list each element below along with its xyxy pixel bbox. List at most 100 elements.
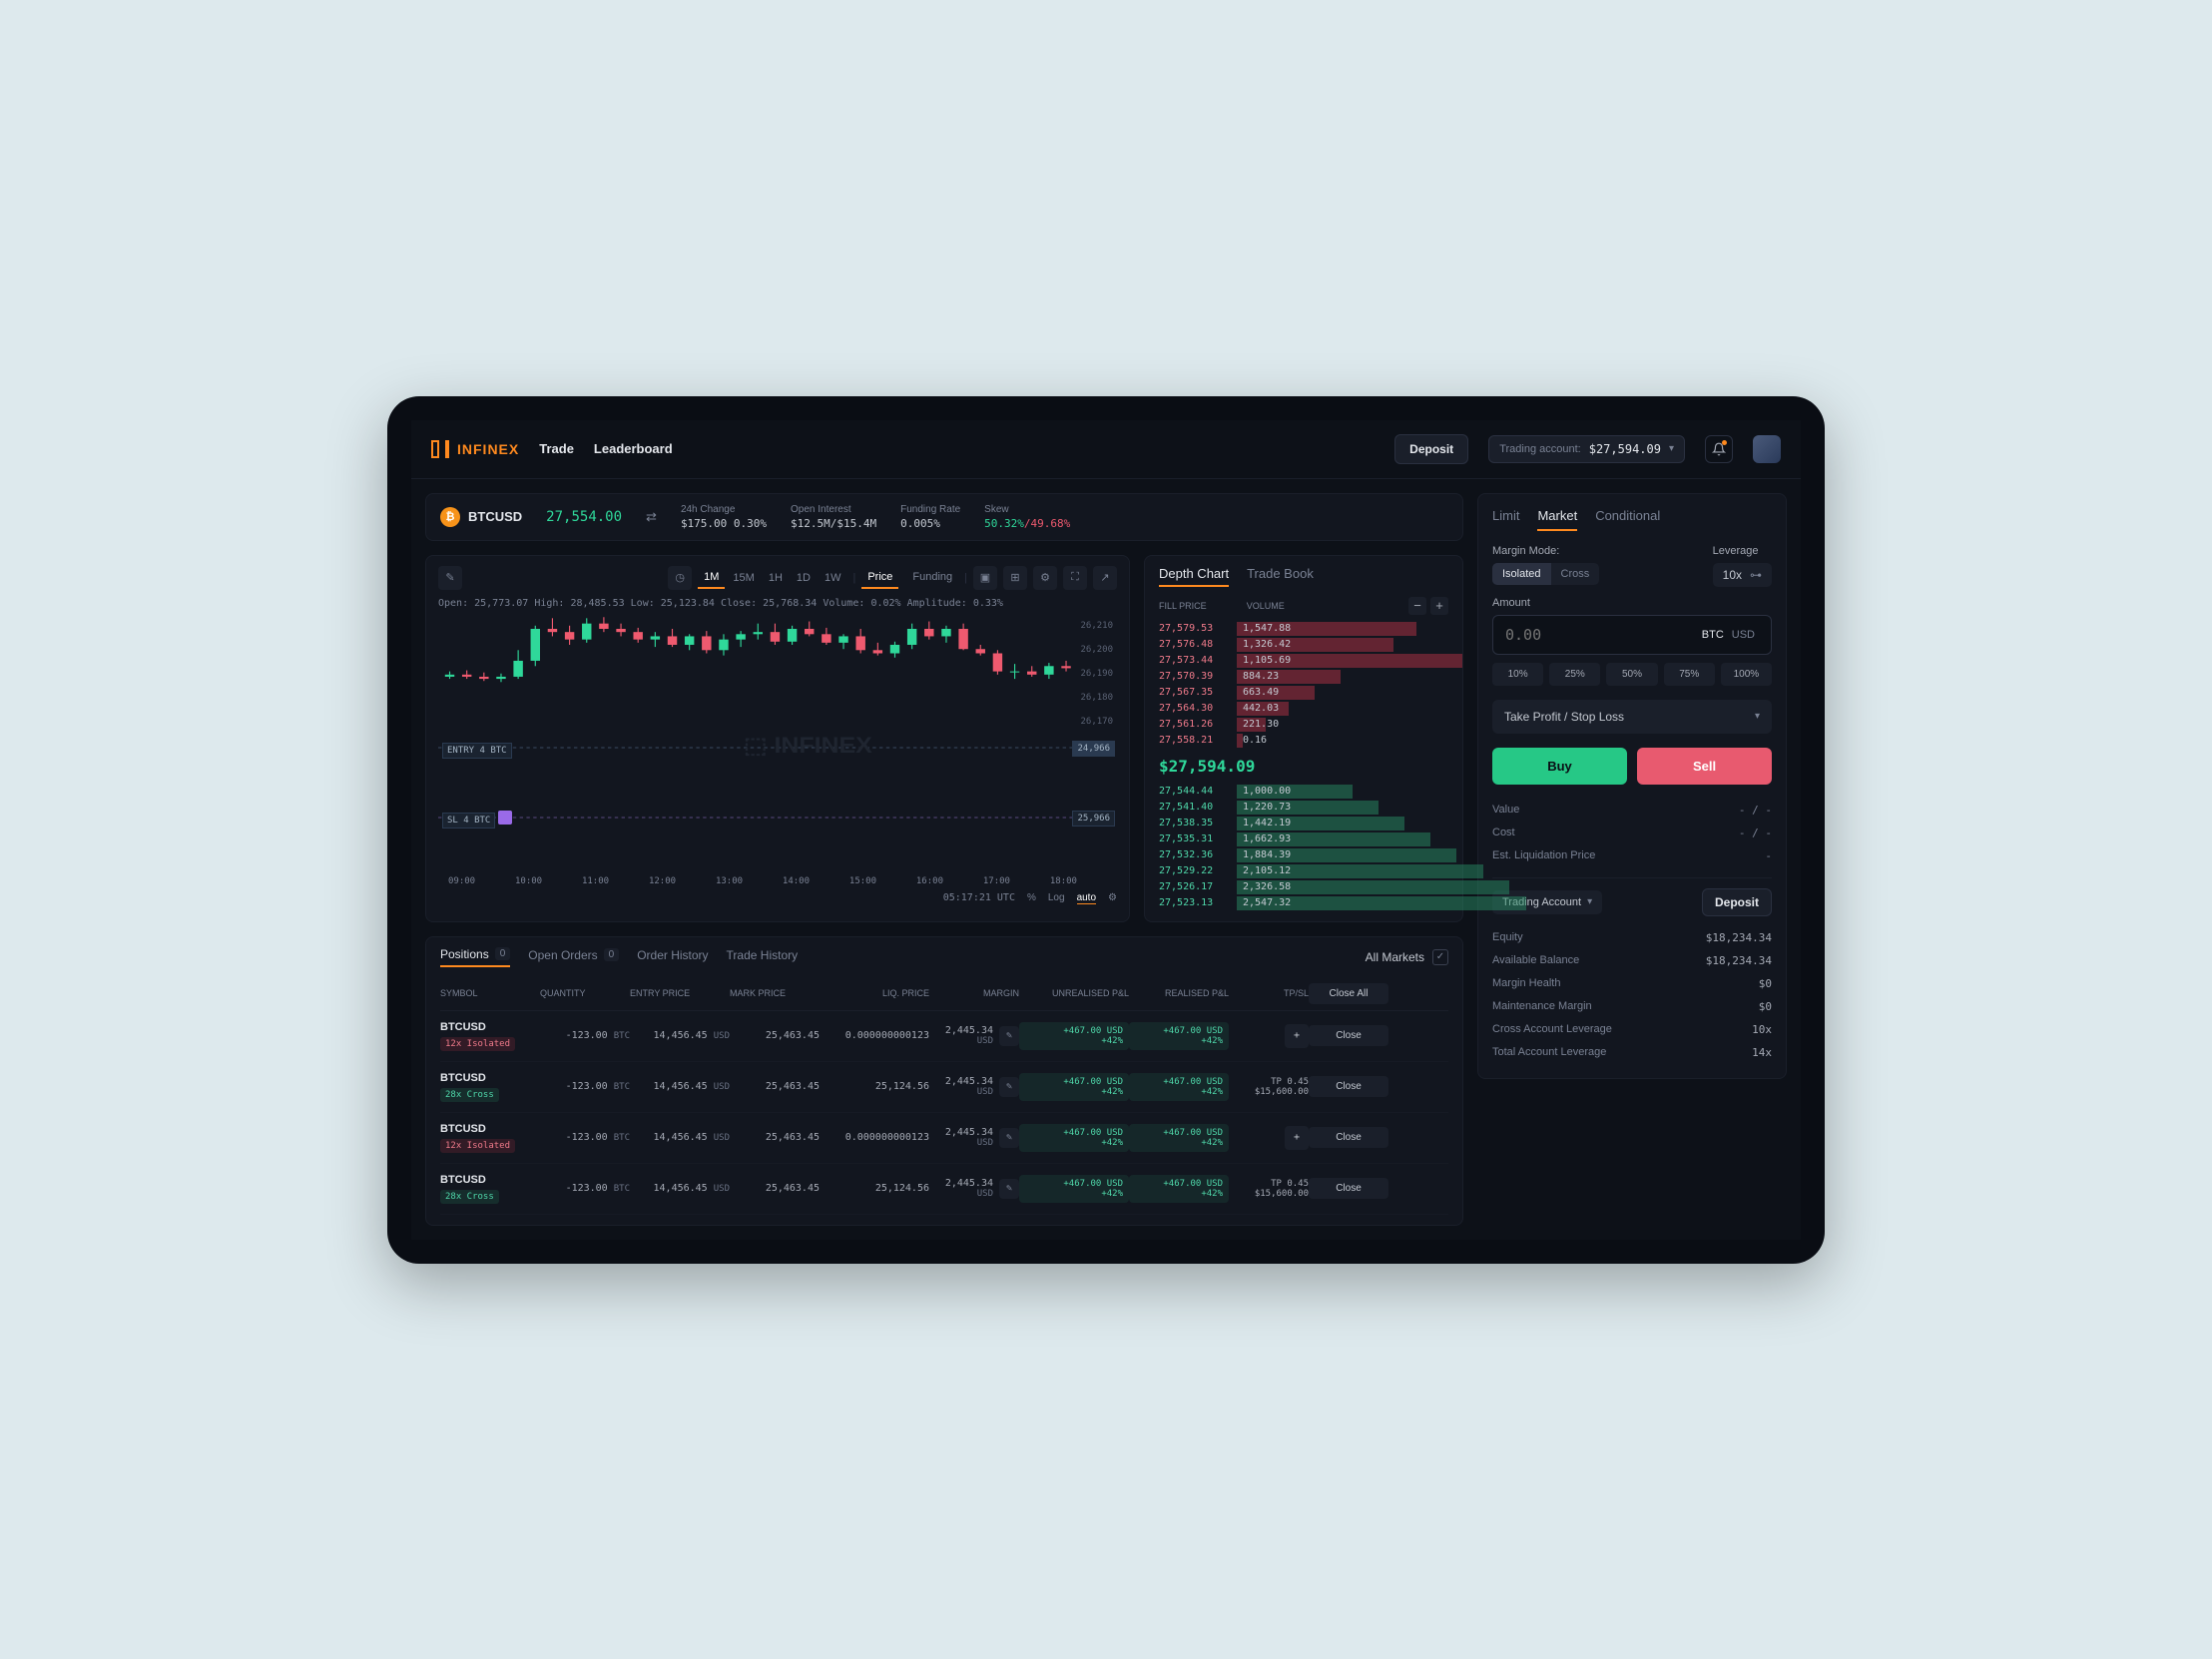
amount-percent-button[interactable]: 100%: [1721, 663, 1772, 686]
timeframe-15M[interactable]: 15M: [727, 568, 760, 588]
depth-row[interactable]: 27,541.401,220.73: [1159, 800, 1448, 816]
amount-percent-button[interactable]: 50%: [1606, 663, 1657, 686]
depth-row[interactable]: 27,576.481,326.42: [1159, 637, 1448, 653]
pos-col-header: ENTRY PRICE: [630, 988, 730, 998]
amount-percent-button[interactable]: 10%: [1492, 663, 1543, 686]
leverage-selector[interactable]: 10x ⊶: [1713, 563, 1772, 587]
depth-row[interactable]: 27,564.30442.03: [1159, 701, 1448, 717]
edit-margin-button[interactable]: ✎: [999, 1179, 1019, 1199]
depth-tab[interactable]: Trade Book: [1247, 566, 1314, 587]
amount-percent-button[interactable]: 25%: [1549, 663, 1600, 686]
amount-input-group: BTC USD: [1492, 615, 1772, 655]
depth-row[interactable]: 27,532.361,884.39: [1159, 847, 1448, 863]
share-tool[interactable]: ↗: [1093, 566, 1117, 590]
amount-input[interactable]: [1505, 626, 1698, 644]
swap-icon[interactable]: ⇄: [646, 509, 657, 525]
margin-mode-toggle[interactable]: IsolatedCross: [1492, 563, 1599, 585]
depth-decrease-button[interactable]: −: [1408, 597, 1426, 615]
chart-x-label: 18:00: [1050, 876, 1077, 886]
nav-leaderboard[interactable]: Leaderboard: [594, 441, 673, 456]
order-type-tab[interactable]: Limit: [1492, 508, 1519, 531]
chart-mode-funding[interactable]: Funding: [906, 567, 958, 589]
close-position-button[interactable]: Close: [1309, 1178, 1388, 1199]
sl-price-marker: 25,966: [1072, 811, 1115, 827]
pair-selector[interactable]: ₿ BTCUSD: [440, 507, 522, 527]
chart-settings-icon[interactable]: ⚙: [1108, 892, 1117, 903]
depth-row[interactable]: 27,570.39884.23: [1159, 669, 1448, 685]
depth-row[interactable]: 27,558.210.16: [1159, 733, 1448, 749]
settings-tool[interactable]: ⚙: [1033, 566, 1057, 590]
brand-name: INFINEX: [457, 441, 519, 457]
positions-tab[interactable]: Positions0: [440, 947, 510, 967]
margin-mode-option[interactable]: Cross: [1551, 563, 1600, 585]
buy-button[interactable]: Buy: [1492, 748, 1627, 785]
pos-col-header: MARGIN: [929, 988, 1019, 998]
sidebar-deposit-button[interactable]: Deposit: [1702, 888, 1772, 916]
add-tpsl-button[interactable]: +: [1285, 1024, 1309, 1048]
edit-margin-button[interactable]: ✎: [999, 1026, 1019, 1046]
timeframe-1D[interactable]: 1D: [791, 568, 817, 588]
depth-tab[interactable]: Depth Chart: [1159, 566, 1229, 587]
depth-row[interactable]: 27,573.441,105.69: [1159, 653, 1448, 669]
account-info-row: Equity$18,234.34: [1492, 926, 1772, 949]
tpsl-expander[interactable]: Take Profit / Stop Loss ▾: [1492, 700, 1772, 734]
ticker-stat: 24h Change$175.00 0.30%: [681, 504, 767, 530]
depth-row[interactable]: 27,538.351,442.19: [1159, 816, 1448, 831]
unit-usd[interactable]: USD: [1728, 629, 1759, 641]
position-row: BTCUSD12x Isolated -123.00 BTC 14,456.45…: [440, 1011, 1448, 1062]
depth-row[interactable]: 27,535.311,662.93: [1159, 831, 1448, 847]
compare-tool[interactable]: ⊞: [1003, 566, 1027, 590]
timeframe-1W[interactable]: 1W: [819, 568, 847, 588]
depth-row[interactable]: 27,529.222,105.12: [1159, 863, 1448, 879]
chart-scale-%[interactable]: %: [1027, 892, 1036, 904]
margin-mode-option[interactable]: Isolated: [1492, 563, 1551, 585]
user-avatar[interactable]: [1753, 435, 1781, 463]
close-position-button[interactable]: Close: [1309, 1076, 1388, 1097]
deposit-button[interactable]: Deposit: [1394, 434, 1468, 464]
order-type-tab[interactable]: Conditional: [1595, 508, 1660, 531]
timeframe-1M[interactable]: 1M: [698, 567, 725, 589]
chart-x-label: 10:00: [515, 876, 542, 886]
svg-text:⬚ INFINEX: ⬚ INFINEX: [744, 733, 872, 757]
positions-tab[interactable]: Order History: [637, 948, 708, 966]
edit-margin-button[interactable]: ✎: [999, 1128, 1019, 1148]
add-tpsl-button[interactable]: +: [1285, 1126, 1309, 1150]
order-info-row: Cost- / -: [1492, 822, 1772, 844]
nav-trade[interactable]: Trade: [539, 441, 574, 456]
draw-tool[interactable]: ✎: [438, 566, 462, 590]
brand-logo[interactable]: INFINEX: [431, 440, 519, 458]
close-position-button[interactable]: Close: [1309, 1025, 1388, 1046]
close-position-button[interactable]: Close: [1309, 1127, 1388, 1148]
depth-row[interactable]: 27,567.35663.49: [1159, 685, 1448, 701]
close-all-button[interactable]: Close All: [1309, 983, 1388, 1004]
logo-icon: [431, 440, 449, 458]
depth-row[interactable]: 27,561.26221.30: [1159, 717, 1448, 733]
notifications-button[interactable]: [1705, 435, 1733, 463]
chart-scale-Log[interactable]: Log: [1048, 892, 1065, 904]
sell-button[interactable]: Sell: [1637, 748, 1772, 785]
order-form-panel: LimitMarketConditional Margin Mode: Isol…: [1477, 493, 1787, 1079]
depth-row[interactable]: 27,544.441,000.00: [1159, 784, 1448, 800]
order-type-tab[interactable]: Market: [1537, 508, 1577, 531]
pos-col-header: REALISED P&L: [1129, 988, 1229, 998]
all-markets-checkbox[interactable]: ✓: [1432, 949, 1448, 965]
fullscreen-tool[interactable]: ⛶: [1063, 566, 1087, 590]
pos-col-header: SYMBOL: [440, 988, 540, 998]
depth-row[interactable]: 27,579.531,547.88: [1159, 621, 1448, 637]
positions-tab[interactable]: Trade History: [727, 948, 799, 966]
snapshot-tool[interactable]: ▣: [973, 566, 997, 590]
account-selector[interactable]: Trading account: $27,594.09 ▾: [1488, 435, 1685, 463]
chart-scale-auto[interactable]: auto: [1077, 892, 1096, 904]
timeframe-1H[interactable]: 1H: [763, 568, 789, 588]
positions-tab[interactable]: Open Orders0: [528, 948, 619, 966]
edit-margin-button[interactable]: ✎: [999, 1077, 1019, 1097]
sl-close-button[interactable]: [498, 811, 512, 825]
chart-canvas[interactable]: ⬚ INFINEX 26,21026,20026,19026,18026,170…: [438, 613, 1117, 872]
depth-row[interactable]: 27,526.172,326.58: [1159, 879, 1448, 895]
depth-increase-button[interactable]: +: [1430, 597, 1448, 615]
amount-percent-button[interactable]: 75%: [1664, 663, 1715, 686]
unit-btc[interactable]: BTC: [1698, 629, 1728, 641]
depth-row[interactable]: 27,523.132,547.32: [1159, 895, 1448, 911]
chart-mode-price[interactable]: Price: [861, 567, 898, 589]
indicator-tool[interactable]: ◷: [668, 566, 692, 590]
